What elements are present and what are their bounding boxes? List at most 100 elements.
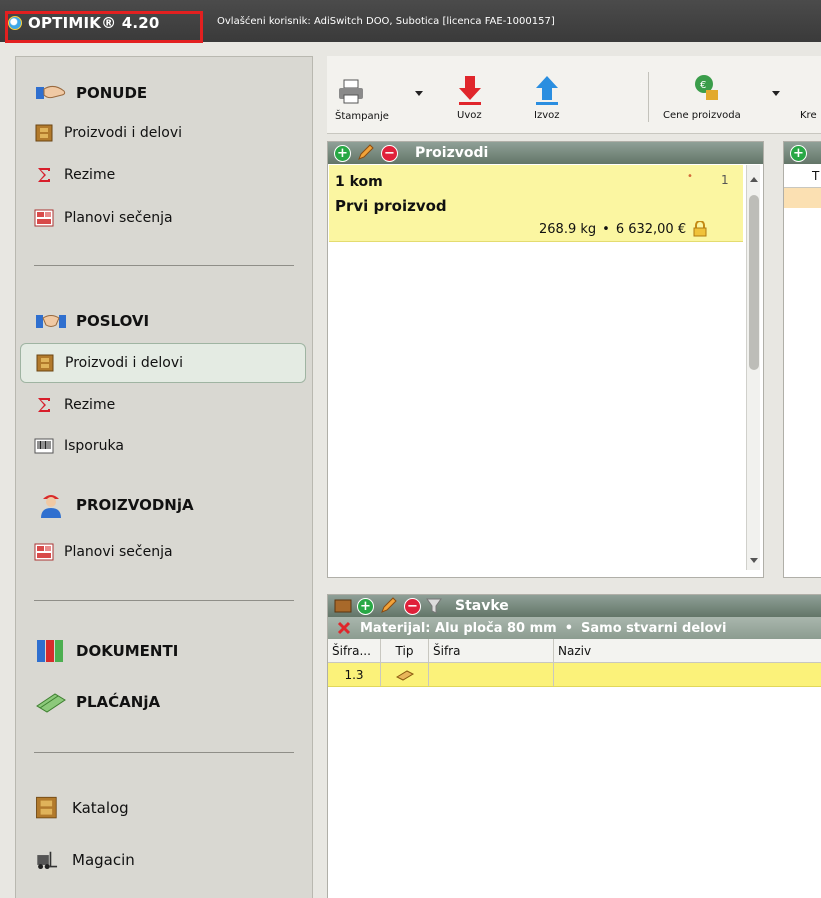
filter-real-parts: Samo stvarni delovi bbox=[581, 620, 727, 636]
handshake-icon bbox=[36, 315, 66, 328]
title-bar: OPTIMIK® 4.20 Ovlašćeni korisnik: AdiSwi… bbox=[0, 0, 821, 43]
export-label: Izvoz bbox=[534, 110, 560, 121]
prices-dropdown-icon[interactable] bbox=[771, 90, 781, 101]
print-button[interactable]: Štampanje bbox=[335, 78, 389, 122]
sidebar-item-label: Proizvodi i delovi bbox=[65, 355, 183, 371]
add-icon[interactable]: + bbox=[334, 144, 351, 162]
group-ponude-label: PONUDE bbox=[76, 84, 148, 102]
products-scrollbar[interactable] bbox=[746, 165, 760, 570]
import-button[interactable]: Uvoz bbox=[455, 74, 485, 121]
sidebar-item-label: Magacin bbox=[72, 851, 135, 869]
toolbar-separator bbox=[648, 72, 649, 122]
group-proizvodnja-label: PROIZVODNjA bbox=[76, 496, 194, 514]
sidebar-item-poslovi-isporuka[interactable]: Isporuka bbox=[34, 437, 124, 455]
cabinet-icon bbox=[36, 796, 57, 819]
product-card[interactable]: 1 kom • 1 Prvi proizvod 268.9 kg • 6 632… bbox=[329, 165, 743, 242]
cut-label: Kre bbox=[800, 110, 817, 121]
cell-tip bbox=[381, 663, 429, 686]
group-placanja[interactable]: PLAĆANjA bbox=[34, 688, 160, 716]
cut-button[interactable]: Kre bbox=[800, 110, 817, 121]
group-proizvodnja[interactable]: PROIZVODNjA bbox=[34, 491, 194, 519]
add-icon[interactable]: + bbox=[790, 144, 807, 162]
table-row[interactable]: 1.3 bbox=[328, 663, 821, 687]
part-plank-icon bbox=[395, 669, 414, 681]
svg-text:€: € bbox=[700, 80, 706, 91]
print-dropdown-icon[interactable] bbox=[414, 90, 424, 101]
sidebar-item-label: Rezime bbox=[64, 397, 116, 413]
right-panel-row[interactable] bbox=[784, 188, 821, 208]
cutting-plan-icon bbox=[34, 209, 54, 227]
product-weight: 268.9 kg bbox=[539, 221, 597, 237]
sidebar-item-label: Planovi sečenja bbox=[64, 210, 173, 226]
column-sifra-short[interactable]: Šifra... bbox=[328, 639, 381, 662]
product-dot: • bbox=[687, 171, 693, 182]
cell-sifra-short: 1.3 bbox=[328, 663, 381, 686]
product-name: Prvi proizvod bbox=[335, 197, 447, 215]
products-panel-title: Proizvodi bbox=[415, 145, 489, 161]
money-icon bbox=[36, 693, 66, 713]
filter-separator: • bbox=[564, 620, 574, 636]
sidebar-item-proizvodnja-planovi[interactable]: Planovi sečenja bbox=[34, 543, 173, 561]
scroll-down-icon[interactable] bbox=[747, 553, 761, 567]
cell-naziv bbox=[554, 663, 821, 686]
cabinet-icon bbox=[35, 124, 53, 142]
meta-separator: • bbox=[602, 221, 610, 237]
add-icon[interactable]: + bbox=[357, 597, 374, 615]
delete-icon[interactable]: − bbox=[381, 144, 398, 162]
cutting-plan-icon bbox=[34, 543, 54, 561]
sidebar-item-label: Rezime bbox=[64, 167, 116, 183]
prices-button[interactable]: € Cene proizvoda bbox=[663, 72, 741, 121]
column-tip[interactable]: Tip bbox=[381, 639, 429, 662]
filter-material: Materijal: Alu ploča 80 mm bbox=[360, 620, 557, 636]
material-icon[interactable] bbox=[334, 598, 352, 614]
scroll-thumb[interactable] bbox=[749, 195, 759, 370]
sidebar-item-poslovi-proizvodi[interactable]: Proizvodi i delovi bbox=[20, 343, 306, 383]
license-text: Ovlašćeni korisnik: AdiSwitch DOO, Subot… bbox=[217, 16, 555, 27]
product-index: 1 bbox=[721, 173, 729, 187]
product-price: 6 632,00 € bbox=[615, 221, 687, 237]
sidebar-item-label: Isporuka bbox=[64, 438, 124, 454]
filter-bar: Materijal: Alu ploča 80 mm • Samo stvarn… bbox=[328, 617, 821, 639]
stavke-panel: + − Stavke Materijal: Alu ploča 80 mm • … bbox=[327, 594, 821, 898]
group-dokumenti[interactable]: DOKUMENTI bbox=[34, 637, 178, 665]
clear-filter-icon[interactable] bbox=[336, 620, 352, 636]
right-panel-header: + bbox=[784, 142, 821, 164]
product-qty: 1 kom bbox=[335, 174, 383, 190]
separator bbox=[34, 600, 294, 601]
column-sifra[interactable]: Šifra bbox=[429, 639, 554, 662]
cabinet-icon bbox=[36, 354, 54, 372]
edit-pencil-icon[interactable] bbox=[379, 597, 399, 615]
prices-label: Cene proizvoda bbox=[663, 110, 741, 121]
group-ponude[interactable]: PONUDE bbox=[34, 79, 147, 107]
highlight-box bbox=[5, 11, 203, 43]
sidebar: PONUDE Proizvodi i delovi Rezime Planovi… bbox=[15, 56, 313, 898]
separator bbox=[34, 752, 294, 753]
cell-sifra bbox=[429, 663, 554, 686]
sidebar-item-ponude-planovi[interactable]: Planovi sečenja bbox=[34, 209, 173, 227]
column-naziv[interactable]: Naziv bbox=[554, 639, 821, 662]
lock-icon bbox=[693, 221, 707, 237]
sigma-icon bbox=[38, 168, 50, 182]
sidebar-item-katalog[interactable]: Katalog bbox=[34, 795, 129, 821]
right-panel-column: T bbox=[784, 164, 821, 188]
barcode-icon bbox=[34, 438, 54, 454]
scroll-up-icon[interactable] bbox=[747, 173, 761, 187]
delete-icon[interactable]: − bbox=[404, 597, 421, 615]
edit-pencil-icon[interactable] bbox=[356, 144, 376, 162]
price-lock-icon: € bbox=[695, 75, 718, 100]
worker-icon bbox=[41, 495, 61, 518]
group-poslovi[interactable]: POSLOVI bbox=[34, 307, 149, 335]
group-dokumenti-label: DOKUMENTI bbox=[76, 642, 179, 660]
arrow-down-icon bbox=[459, 76, 481, 105]
import-label: Uvoz bbox=[457, 110, 482, 121]
filter-icon[interactable] bbox=[426, 597, 442, 615]
sidebar-item-poslovi-rezime[interactable]: Rezime bbox=[34, 396, 115, 414]
sidebar-item-magacin[interactable]: Magacin bbox=[34, 847, 135, 873]
export-button[interactable]: Izvoz bbox=[532, 74, 562, 121]
sidebar-item-ponude-rezime[interactable]: Rezime bbox=[34, 166, 115, 184]
handshake-offer-icon bbox=[36, 85, 66, 99]
sidebar-item-ponude-proizvodi[interactable]: Proizvodi i delovi bbox=[34, 124, 182, 142]
stavke-panel-title: Stavke bbox=[455, 598, 509, 614]
products-panel-header: + − Proizvodi bbox=[328, 142, 763, 164]
toolbar bbox=[327, 56, 821, 134]
